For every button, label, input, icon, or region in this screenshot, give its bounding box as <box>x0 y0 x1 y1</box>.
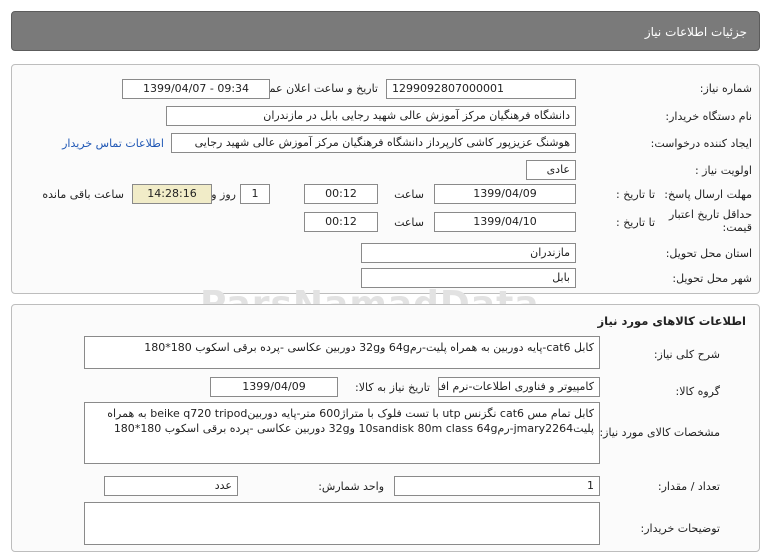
need-number-field: 1299092807000001 <box>386 79 576 99</box>
deadline-label: مهلت ارسال پاسخ: <box>664 188 752 201</box>
summary-label: شرح کلی نیاز: <box>653 348 720 361</box>
deadline-time-field: 00:12 <box>304 184 378 204</box>
validity-time-label: ساعت <box>394 216 424 229</box>
quantity-label: تعداد / مقدار: <box>657 480 720 493</box>
validity-time-field: 00:12 <box>304 212 378 232</box>
validity-date-field: 1399/04/10 <box>434 212 576 232</box>
requester-field: هوشنگ عزیزپور کاشی کارپرداز دانشگاه فرهن… <box>171 133 576 153</box>
need-date-field: 1399/04/09 <box>210 377 338 397</box>
priority-field: عادی <box>526 160 576 180</box>
need-date-label: تاریخ نیاز به کالا: <box>355 381 430 394</box>
buyer-notes-label: توضیحات خریدار: <box>640 522 721 535</box>
delivery-city-field: بابل <box>361 268 576 288</box>
buyer-notes-field <box>84 502 600 545</box>
days-label: روز و <box>211 188 236 201</box>
page-title: جزئیات اطلاعات نیاز <box>644 25 747 39</box>
remaining-time-field: 14:28:16 <box>132 184 212 204</box>
buyer-contact-link[interactable]: اطلاعات تماس خریدار <box>62 137 164 150</box>
priority-label: اولویت نیاز : <box>694 164 752 177</box>
unit-label: واحد شمارش: <box>318 480 384 493</box>
unit-field: عدد <box>104 476 238 496</box>
quantity-field: 1 <box>394 476 600 496</box>
requester-label: ایجاد کننده درخواست: <box>650 137 752 150</box>
price-validity-label: حداقل تاریخ اعتبار قیمت: <box>668 208 752 234</box>
deadline-time-label: ساعت <box>394 188 424 201</box>
deadline-to-date-label: تا تاریخ : <box>616 188 655 201</box>
remaining-days-field: 1 <box>240 184 270 204</box>
delivery-city-label: شهر محل تحویل: <box>672 272 752 285</box>
summary-field: کابل cat6-پایه دوربین به همراه پلیت-رم64… <box>84 336 600 369</box>
goods-section-title: اطلاعات کالاهای مورد نیاز <box>597 314 746 328</box>
buyer-org-field: دانشگاه فرهنگیان مرکز آموزش عالی شهید رج… <box>166 106 576 126</box>
page-header: جزئیات اطلاعات نیاز <box>11 11 760 51</box>
deadline-date-field: 1399/04/09 <box>434 184 576 204</box>
spec-field: کابل تمام مس cat6 نگزنس utp با تست فلوک … <box>84 402 600 464</box>
goods-group-label: گروه کالا: <box>675 385 720 398</box>
validity-to-date-label: تا تاریخ : <box>616 216 655 229</box>
spec-label: مشخصات کالای مورد نیاز: <box>599 426 720 439</box>
goods-group-field: کامپیوتر و فناوری اطلاعات-نرم افزار <box>438 377 600 397</box>
announce-datetime-field: 1399/04/07 - 09:34 <box>122 79 270 99</box>
buyer-org-label: نام دستگاه خریدار: <box>665 110 752 123</box>
remaining-time-label: ساعت باقی مانده <box>42 188 124 201</box>
delivery-province-label: استان محل تحویل: <box>665 247 752 260</box>
need-number-label: شماره نیاز: <box>699 82 752 95</box>
delivery-province-field: مازندران <box>361 243 576 263</box>
